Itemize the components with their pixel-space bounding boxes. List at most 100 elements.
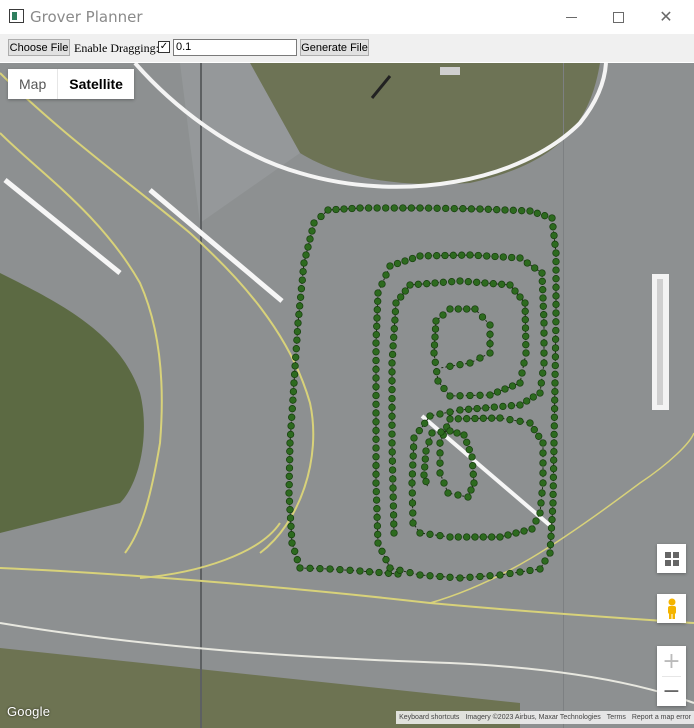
path-marker[interactable] — [530, 426, 538, 434]
path-marker[interactable] — [409, 461, 417, 469]
path-marker[interactable] — [396, 566, 404, 574]
path-marker[interactable] — [486, 349, 494, 357]
path-marker[interactable] — [546, 541, 555, 549]
path-marker[interactable] — [516, 568, 524, 576]
path-marker[interactable] — [454, 491, 462, 499]
path-marker[interactable] — [486, 391, 494, 399]
path-marker[interactable] — [424, 204, 433, 212]
path-marker[interactable] — [541, 212, 549, 220]
path-marker[interactable] — [463, 533, 471, 541]
path-marker[interactable] — [551, 353, 560, 361]
path-marker[interactable] — [292, 345, 300, 353]
path-marker[interactable] — [446, 415, 454, 423]
path-marker[interactable] — [386, 564, 394, 572]
path-marker[interactable] — [442, 204, 450, 213]
path-marker[interactable] — [540, 329, 548, 337]
path-marker[interactable] — [426, 530, 434, 538]
path-marker[interactable] — [373, 522, 382, 530]
path-marker[interactable] — [508, 382, 517, 390]
path-marker[interactable] — [416, 204, 424, 212]
path-marker[interactable] — [401, 257, 409, 265]
path-marker[interactable] — [469, 470, 477, 478]
path-marker[interactable] — [390, 529, 398, 537]
path-marker[interactable] — [466, 573, 474, 581]
zoom-out-button[interactable]: − — [657, 677, 686, 706]
path-marker[interactable] — [390, 204, 398, 212]
path-marker[interactable] — [374, 530, 382, 539]
path-marker[interactable] — [286, 456, 294, 464]
path-marker[interactable] — [523, 259, 531, 267]
path-marker[interactable] — [467, 486, 475, 494]
path-marker[interactable] — [535, 432, 543, 440]
path-marker[interactable] — [540, 311, 548, 319]
path-marker[interactable] — [531, 264, 539, 272]
path-marker[interactable] — [290, 370, 299, 379]
path-marker[interactable] — [456, 277, 464, 285]
path-marker[interactable] — [511, 287, 519, 295]
path-marker[interactable] — [372, 496, 381, 504]
path-marker[interactable] — [388, 350, 397, 359]
path-marker[interactable] — [441, 251, 449, 260]
path-marker[interactable] — [372, 409, 380, 417]
path-marker[interactable] — [397, 293, 405, 301]
map-view[interactable]: Map Satellite + − Google Keyboard shortc… — [0, 63, 694, 728]
path-marker[interactable] — [549, 499, 557, 507]
path-marker[interactable] — [389, 502, 398, 510]
path-marker[interactable] — [433, 252, 441, 260]
path-marker[interactable] — [516, 379, 524, 387]
path-marker[interactable] — [374, 539, 382, 547]
path-marker[interactable] — [392, 299, 400, 307]
path-marker[interactable] — [388, 421, 396, 429]
path-marker[interactable] — [481, 279, 489, 287]
path-marker[interactable] — [478, 313, 487, 321]
path-marker[interactable] — [446, 392, 454, 400]
path-marker[interactable] — [340, 205, 348, 213]
path-marker[interactable] — [372, 331, 380, 339]
path-marker[interactable] — [372, 487, 380, 496]
path-marker[interactable] — [518, 207, 526, 215]
path-marker[interactable] — [388, 359, 396, 367]
path-marker[interactable] — [521, 316, 529, 324]
path-marker[interactable] — [464, 493, 472, 501]
path-marker[interactable] — [493, 206, 501, 214]
path-marker[interactable] — [454, 533, 462, 541]
path-marker[interactable] — [388, 368, 396, 376]
path-marker[interactable] — [436, 439, 444, 447]
path-marker[interactable] — [476, 391, 484, 399]
path-marker[interactable] — [416, 252, 424, 260]
path-marker[interactable] — [372, 444, 380, 452]
path-marker[interactable] — [522, 332, 530, 340]
path-marker[interactable] — [436, 449, 444, 457]
path-marker[interactable] — [521, 324, 530, 332]
path-marker[interactable] — [499, 253, 507, 261]
path-marker[interactable] — [547, 524, 556, 532]
path-marker[interactable] — [483, 252, 491, 260]
path-marker[interactable] — [552, 257, 560, 266]
path-marker[interactable] — [293, 327, 302, 336]
path-marker[interactable] — [390, 333, 398, 341]
path-marker[interactable] — [298, 276, 306, 284]
path-marker[interactable] — [431, 333, 439, 341]
path-marker[interactable] — [548, 507, 557, 515]
path-marker[interactable] — [533, 209, 541, 217]
path-marker[interactable] — [550, 405, 559, 413]
layers-button[interactable] — [657, 544, 686, 573]
path-marker[interactable] — [332, 205, 340, 214]
path-marker[interactable] — [308, 227, 316, 235]
path-marker[interactable] — [287, 422, 295, 430]
path-marker[interactable] — [408, 254, 417, 263]
path-marker[interactable] — [552, 249, 560, 257]
path-marker[interactable] — [506, 569, 514, 578]
path-marker[interactable] — [522, 349, 530, 357]
path-marker[interactable] — [552, 309, 560, 317]
path-marker[interactable] — [382, 271, 390, 279]
path-marker[interactable] — [482, 404, 490, 412]
value-input[interactable]: 0.1 — [173, 39, 297, 56]
path-marker[interactable] — [548, 516, 556, 524]
path-marker[interactable] — [471, 533, 479, 541]
path-marker[interactable] — [388, 394, 396, 403]
path-marker[interactable] — [551, 396, 559, 404]
path-marker[interactable] — [416, 529, 424, 537]
path-marker[interactable] — [549, 473, 558, 481]
path-marker[interactable] — [440, 479, 448, 487]
